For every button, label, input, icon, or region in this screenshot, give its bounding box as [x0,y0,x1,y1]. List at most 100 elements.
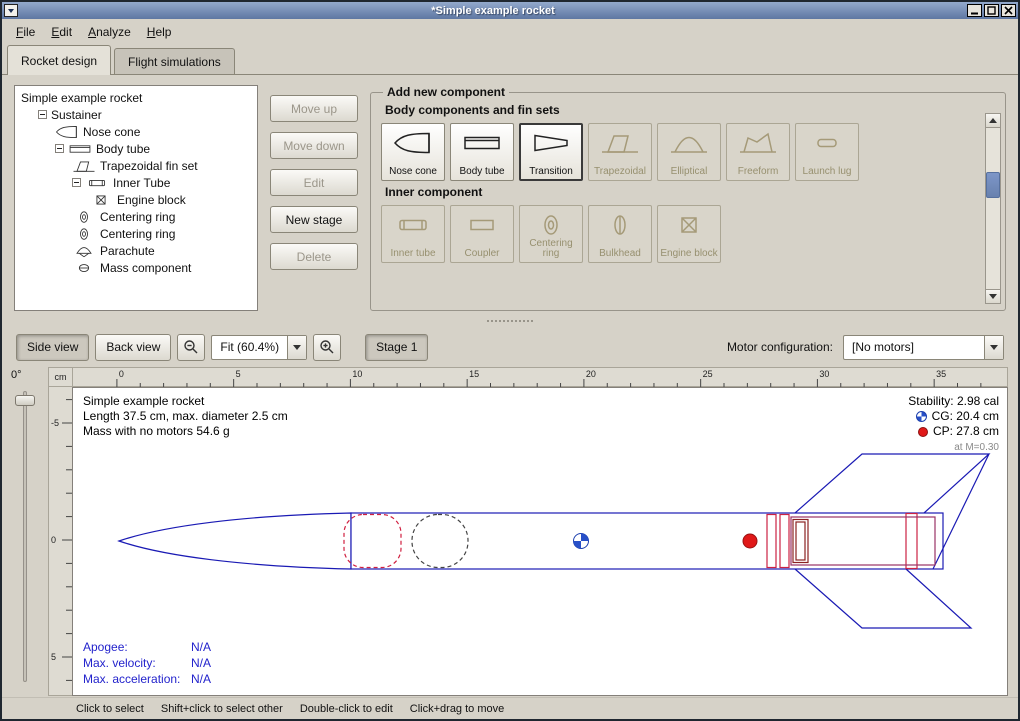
status-hint: Click+drag to move [410,703,504,715]
zoom-in-button[interactable] [313,334,341,361]
zoom-out-button[interactable] [177,334,205,361]
stability-info: Stability: 2.98 cal CG: 20.4 cm CP: 27.8… [908,394,999,455]
tree-item-centering-ring[interactable]: Centering ring [15,225,257,242]
tab-flight-simulations[interactable]: Flight simulations [114,48,235,74]
tree-item-label: Sustainer [51,108,102,122]
combo-arrow-icon[interactable] [287,336,306,359]
edit-button[interactable]: Edit [270,169,358,196]
add-component-title: Add new component [383,85,509,99]
zoom-combo[interactable]: Fit (60.4%) [211,335,307,360]
rotation-value: 0° [2,367,48,383]
motor-config-combo[interactable]: [No motors] [843,335,1004,360]
component-button-label: Transition [529,167,573,177]
tree-item-mass-component[interactable]: Mass component [15,259,257,276]
window-menu-icon[interactable] [4,4,18,17]
component-button-body-tube[interactable]: Body tube [450,123,514,181]
minimize-button[interactable] [967,4,982,17]
titlebar[interactable]: *Simple example rocket [2,2,1018,19]
tree-item-centering-ring[interactable]: Centering ring [15,208,257,225]
component-button-nose-cone[interactable]: Nose cone [381,123,445,181]
nose-cone-icon [393,131,433,155]
component-button-elliptical[interactable]: Elliptical [657,123,721,181]
tree-item-sustainer[interactable]: Sustainer [15,106,257,123]
menu-file[interactable]: File [8,22,43,42]
tree-item-trapezoidal-fin-set[interactable]: Trapezoidal fin set [15,157,257,174]
slider-handle-icon[interactable] [15,395,35,406]
component-tree[interactable]: Simple example rocket SustainerNose coneB… [14,85,258,311]
scroll-up-icon[interactable] [986,114,1000,128]
delete-button[interactable]: Delete [270,243,358,270]
component-button-label: Elliptical [671,167,708,177]
tree-item-label: Parachute [100,244,155,258]
component-button-coupler[interactable]: Coupler [450,205,514,263]
component-button-centering-ring[interactable]: Centering ring [519,205,583,263]
component-scrollbar[interactable] [985,113,1001,304]
mach-note: at M=0.30 [908,440,999,455]
flight-data-value: N/A [191,655,211,671]
tree-item-parachute[interactable]: Parachute [15,242,257,259]
tree-item-inner-tube[interactable]: Inner Tube [15,174,257,191]
component-button-engine-block[interactable]: Engine block [657,205,721,263]
engine-block-icon [89,193,113,207]
cg-value: CG: 20.4 cm [932,409,999,424]
tree-action-buttons: Move up Move down Edit New stage Delete [270,85,358,311]
engine-block-icon [669,213,709,237]
tree-item-label: Engine block [117,193,186,207]
status-hint: Click to select [76,703,144,715]
tree-item-engine-block[interactable]: Engine block [15,191,257,208]
component-button-label: Launch lug [803,167,852,177]
component-button-label: Nose cone [389,167,437,177]
rocket-length: Length 37.5 cm, max. diameter 2.5 cm [83,409,288,424]
component-button-label: Coupler [464,249,499,259]
tree-item-label: Centering ring [100,210,175,224]
tree-expander-icon[interactable] [55,144,64,153]
component-button-inner-tube[interactable]: Inner tube [381,205,445,263]
side-view-button[interactable]: Side view [16,334,89,361]
new-stage-button[interactable]: New stage [270,206,358,233]
tree-expander-icon[interactable] [38,110,47,119]
tree-expander-icon[interactable] [72,178,81,187]
move-down-button[interactable]: Move down [270,132,358,159]
maximize-button[interactable] [984,4,999,17]
component-button-trapezoidal[interactable]: Trapezoidal [588,123,652,181]
rotation-slider[interactable] [2,383,48,696]
combo-arrow-icon[interactable] [984,336,1003,359]
component-button-transition[interactable]: Transition [519,123,583,181]
window-title: *Simple example rocket [21,5,965,17]
status-hint: Shift+click to select other [161,703,283,715]
panel-splitter[interactable] [2,315,1018,327]
menu-analyze[interactable]: Analyze [80,22,139,42]
component-button-label: Engine block [660,249,717,259]
menu-help[interactable]: Help [139,22,180,42]
menu-edit[interactable]: Edit [43,22,80,42]
elliptical-icon [669,131,709,155]
scroll-down-icon[interactable] [986,289,1000,303]
tab-rocket-design[interactable]: Rocket design [7,45,111,75]
close-button[interactable] [1001,4,1016,17]
component-button-freeform[interactable]: Freeform [726,123,790,181]
svg-text:35: 35 [936,369,946,379]
stage1-toggle[interactable]: Stage 1 [365,334,428,361]
flight-data-row: Apogee:N/A [83,639,211,655]
flight-data-label: Max. velocity: [83,655,191,671]
rocket-mass: Mass with no motors 54.6 g [83,424,288,439]
rocket-view[interactable]: Simple example rocket Length 37.5 cm, ma… [72,387,1008,696]
component-button-label: Inner tube [390,249,435,259]
transition-icon [531,131,571,155]
component-button-label: Body tube [459,167,504,177]
scrollbar-thumb[interactable] [986,172,1000,198]
body-tube-icon [462,131,502,155]
component-button-launch-lug[interactable]: Launch lug [795,123,859,181]
parachute-icon [72,244,96,258]
tree-item-nose-cone[interactable]: Nose cone [15,123,257,140]
component-button-bulkhead[interactable]: Bulkhead [588,205,652,263]
back-view-button[interactable]: Back view [95,334,171,361]
tree-item-simple-example-rocket[interactable]: Simple example rocket [15,89,257,106]
tree-item-body-tube[interactable]: Body tube [15,140,257,157]
app-window: *Simple example rocket FileEditAnalyzeHe… [0,0,1020,721]
centering-ring-icon [72,227,96,241]
inner-tube-icon [85,176,109,190]
nose-cone-icon [55,125,79,139]
centering-ring-icon [531,213,571,237]
move-up-button[interactable]: Move up [270,95,358,122]
